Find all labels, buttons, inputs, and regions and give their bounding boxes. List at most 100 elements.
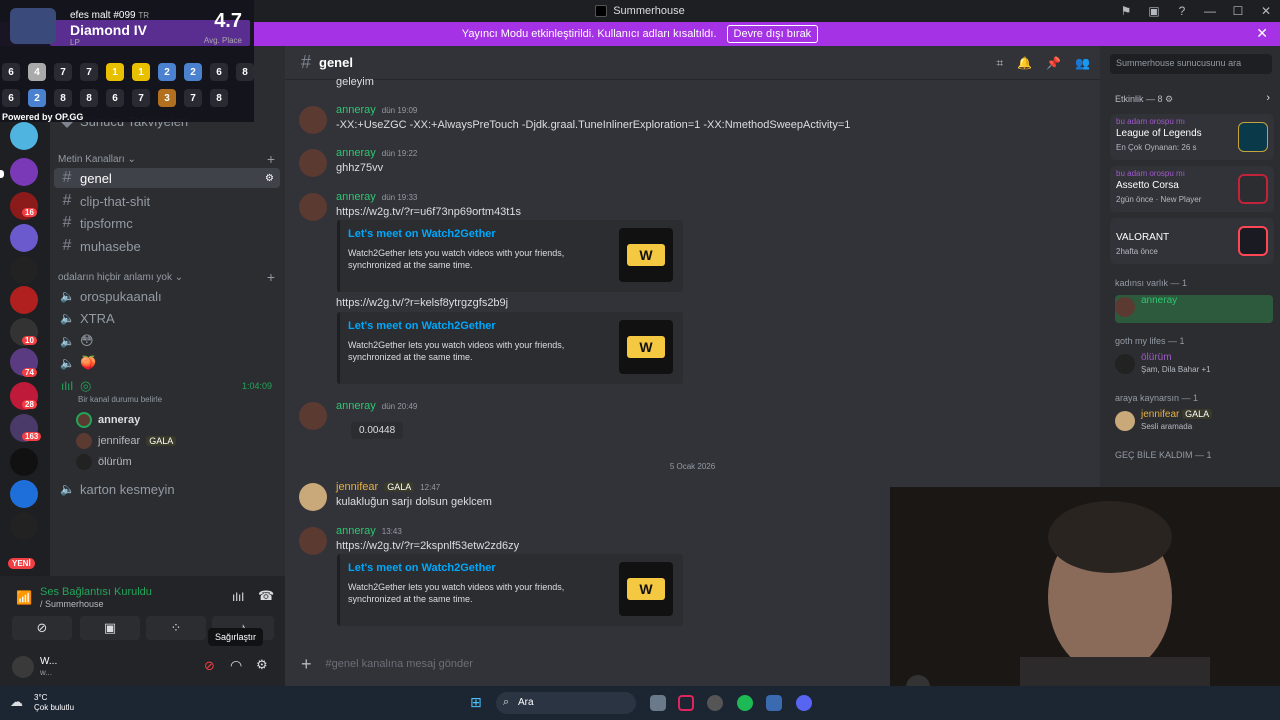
weather-widget[interactable]: 3°C Çok bulutlu (34, 693, 74, 713)
voice-channel-1[interactable]: 🔈 orospukaanalı (54, 286, 280, 306)
link-embed: Let's meet on Watch2Gether Watch2Gether … (337, 312, 683, 384)
avatar[interactable] (299, 402, 327, 430)
member[interactable]: jennifear GALA Sesli aramada (1115, 409, 1275, 437)
app-icon[interactable] (766, 695, 782, 711)
w2g-logo-icon: W (619, 320, 673, 374)
disable-streamer-button[interactable]: Devre dışı bırak (726, 25, 819, 43)
mention-badge: 74 (22, 368, 37, 377)
activity-button[interactable]: ⁘ (146, 616, 206, 640)
taskbar-search[interactable]: Ara (496, 692, 636, 714)
valorant-icon (1238, 226, 1268, 256)
avatar[interactable] (299, 193, 327, 221)
close-banner-icon[interactable]: ✕ (1256, 25, 1268, 42)
add-channel-icon[interactable]: + (267, 151, 275, 167)
server-icon-11[interactable] (10, 448, 38, 476)
rank: Diamond IV (70, 22, 148, 38)
server-icon-6[interactable] (10, 286, 38, 314)
avatar[interactable] (299, 483, 327, 511)
voice-status[interactable]: Ses Bağlantısı Kuruldu (40, 586, 152, 598)
camera-button[interactable]: ⊘ (12, 616, 72, 640)
user-avatar[interactable] (12, 656, 34, 678)
text-category[interactable]: Metin Kanalları ⌄ (58, 154, 136, 165)
role-header: kadınsı varlık — 1 (1115, 278, 1188, 288)
link[interactable]: https://w2g.tv/?r=kelsf8ytrgzgfs2b9j (336, 297, 508, 309)
voice-channel-2[interactable]: 🔈 XTRA (54, 308, 280, 328)
noise-icon[interactable]: ılıl (232, 590, 244, 604)
link[interactable]: https://w2g.tv/?r=u6f73np69ortm43t1s (336, 206, 521, 218)
opera-icon[interactable] (678, 695, 694, 711)
channel-muhasebe[interactable]: # muhasebe (54, 236, 280, 256)
task-view-icon[interactable] (650, 695, 666, 711)
voice-user-2[interactable]: jennifearGALA⊘ (76, 433, 299, 449)
speaker-icon: 🔈 (60, 356, 75, 370)
placement-chip: 3 (158, 89, 176, 107)
activity-card[interactable]: VALORANT 2hafta önce (1110, 218, 1274, 264)
maximize-button[interactable]: ☐ (1224, 4, 1252, 18)
attach-plus-icon[interactable]: + (301, 654, 312, 675)
composer-placeholder[interactable]: #genel kanalına mesaj gönder (326, 658, 473, 670)
user-name[interactable]: W... (40, 656, 57, 667)
channel-genel[interactable]: # genel ⚙ (54, 168, 280, 188)
server-icon-13[interactable] (10, 512, 38, 540)
webcam-overlay (890, 487, 1280, 687)
avatar[interactable] (299, 527, 327, 555)
activity-card[interactable]: bu adam orospu mı League of Legends En Ç… (1110, 114, 1274, 160)
screen-share-button[interactable]: ▣ (80, 616, 140, 640)
channel-tipsformc[interactable]: # tipsformc (54, 213, 280, 233)
pin-icon[interactable]: 📌 (1046, 56, 1061, 71)
server-icon-4[interactable] (10, 224, 38, 252)
avatar (1115, 354, 1135, 374)
close-button[interactable]: ✕ (1252, 4, 1280, 18)
discord-icon[interactable] (796, 695, 812, 711)
server-icon-12[interactable] (10, 480, 38, 508)
channel-clip[interactable]: # clip-that-shit (54, 191, 280, 211)
server-search-input[interactable]: Summerhouse sunucusunu ara (1110, 54, 1272, 74)
chevron-right-icon[interactable]: › (1266, 92, 1270, 104)
voice-user-3[interactable]: ölürüm (76, 454, 132, 470)
settings-icon[interactable]: ⚙ (265, 173, 274, 184)
threads-icon[interactable]: ⌗ (996, 56, 1003, 71)
voice-category[interactable]: odaların hiçbir anlamı yok ⌄ (58, 272, 183, 283)
link-embed: Let's meet on Watch2Gether Watch2Gether … (337, 554, 683, 626)
voice-channel-3[interactable]: 🔈 😳 (54, 331, 280, 351)
voice-channel-4[interactable]: 🔈 🍑 (54, 353, 280, 373)
message-composer[interactable]: + #genel kanalına mesaj gönder (301, 650, 881, 678)
member[interactable]: anneray (1115, 295, 1273, 323)
minimize-button[interactable]: — (1196, 4, 1224, 18)
start-icon[interactable]: ⊞ (470, 694, 482, 711)
screen-icon[interactable]: ▣ (1140, 4, 1168, 18)
embed-title[interactable]: Let's meet on Watch2Gether (348, 320, 496, 332)
w2g-logo-icon: W (619, 562, 673, 616)
add-voice-channel-icon[interactable]: + (267, 269, 275, 285)
embed-title[interactable]: Let's meet on Watch2Gether (348, 228, 496, 240)
avatar (76, 433, 92, 449)
server-icon-1[interactable] (10, 122, 38, 150)
avatar[interactable] (299, 106, 327, 134)
weather-icon[interactable]: ☁ (10, 694, 23, 710)
guild-tag: GALA (146, 436, 177, 446)
members-icon[interactable]: 👥 (1075, 56, 1090, 71)
member[interactable]: ölürüm Şam, Dila Bahar +1 (1115, 352, 1275, 380)
activity-card[interactable]: bu adam orospu mı Assetto Corsa 2gün önc… (1110, 166, 1274, 212)
headphones-icon[interactable]: ◠ (230, 657, 242, 674)
spotify-icon[interactable] (737, 695, 753, 711)
mention-badge: 28 (22, 400, 37, 409)
server-icon-5[interactable] (10, 256, 38, 284)
link[interactable]: https://w2g.tv/?r=2kspnlf53etw2zd6zy (336, 540, 519, 552)
activity-header[interactable]: Etkinlik — 8 ⚙ (1115, 94, 1173, 105)
mic-muted-icon[interactable]: ⊘ (204, 658, 215, 674)
role-header: GEÇ BİLE KALDIM — 1 (1115, 450, 1212, 460)
bell-icon[interactable]: 🔔 (1017, 56, 1032, 71)
server-icon-2[interactable] (10, 158, 38, 186)
inbox-icon[interactable]: ⚑ (1112, 4, 1140, 18)
active-voice-channel[interactable]: ılıl ◎ 1:04:09 (54, 376, 280, 396)
settings-icon[interactable]: ⚙ (256, 657, 268, 673)
app-icon[interactable] (707, 695, 723, 711)
voice-channel-karton[interactable]: 🔈 karton kesmeyin (54, 479, 280, 499)
channel-status[interactable]: Bir kanal durumu belirle (78, 395, 162, 404)
avatar[interactable] (299, 149, 327, 177)
embed-title[interactable]: Let's meet on Watch2Gether (348, 562, 496, 574)
voice-user-1[interactable]: anneray (76, 412, 140, 428)
help-icon[interactable]: ? (1168, 4, 1196, 18)
disconnect-icon[interactable]: ☎ (258, 588, 274, 604)
